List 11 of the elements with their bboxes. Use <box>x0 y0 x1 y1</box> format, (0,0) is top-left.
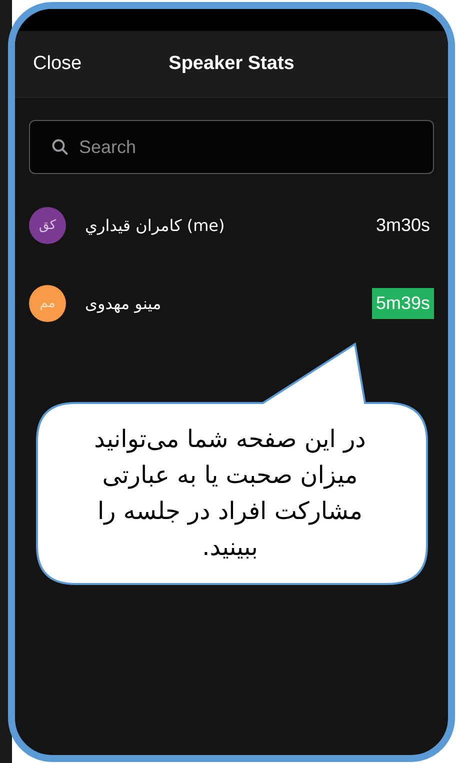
avatar: کق <box>29 206 66 244</box>
speaker-name: مینو مهدوی <box>85 294 162 312</box>
speaking-time: 5m39s <box>372 288 434 318</box>
close-button[interactable]: Close <box>29 49 86 79</box>
screen-title: Speaker Stats <box>168 53 294 75</box>
speaker-name: كامران قيداري (me) <box>85 216 226 234</box>
search-icon <box>51 138 69 156</box>
avatar: مم <box>29 284 66 322</box>
callout-text: در این صفحه شما می‌توانید میزان صحبت یا به عبارتی مشارکت افراد در جلسه را ببینید. <box>93 424 367 563</box>
speaking-time: 3m30s <box>374 214 431 236</box>
search-field[interactable]: Search <box>29 120 434 174</box>
